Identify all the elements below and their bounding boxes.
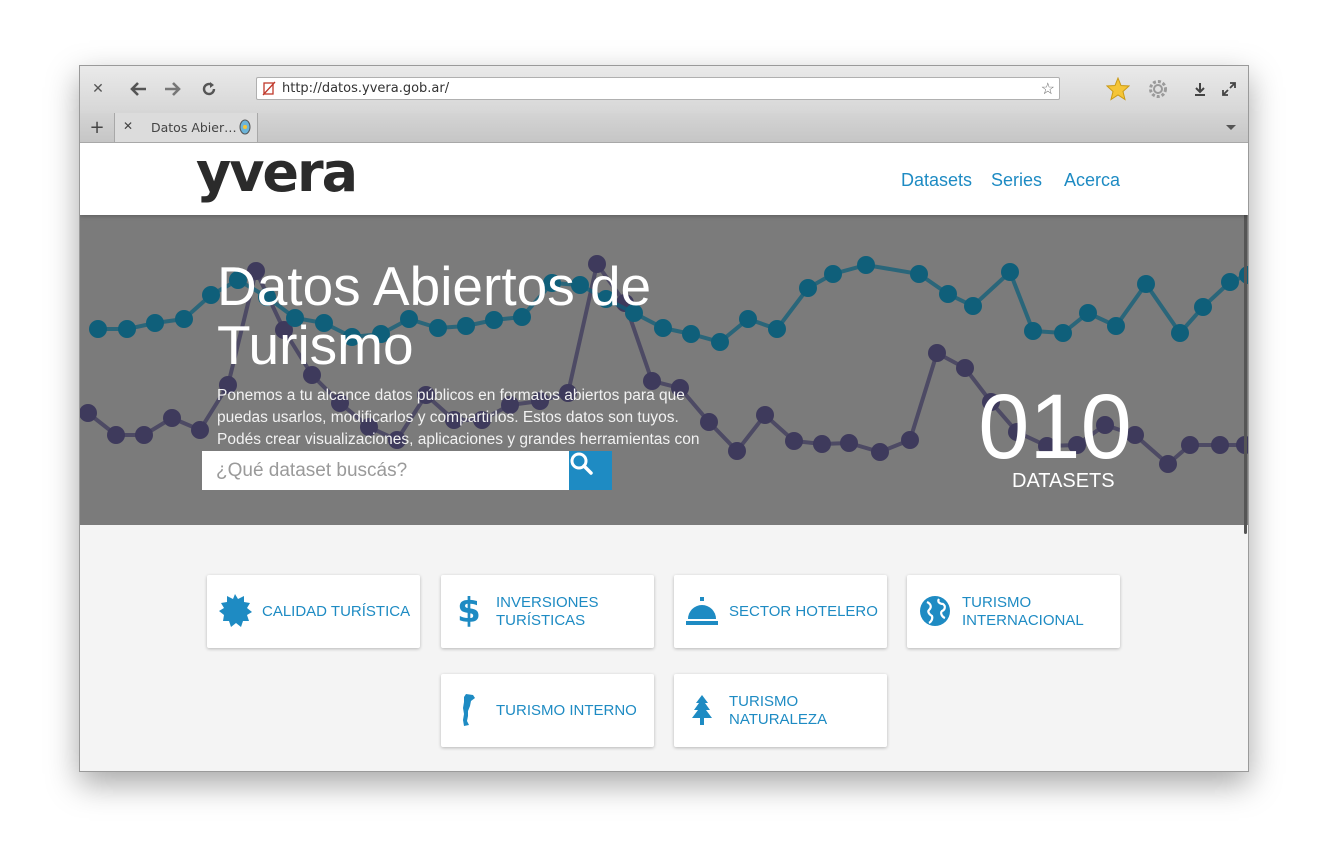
address-bar[interactable]: http://datos.yvera.gob.ar/ ☆ [256,77,1060,100]
yvera-logo[interactable]: yvera [196,143,358,204]
bookmark-star-icon[interactable]: ☆ [1041,79,1055,99]
forward-icon[interactable] [159,76,185,102]
decorative-series-dot [191,421,209,439]
browser-window: ✕ http://datos.yvera.gob.ar/ ☆ + ✕ Datos… [79,65,1249,772]
search-button[interactable] [569,451,612,490]
settings-gear-icon[interactable] [1145,76,1171,102]
decorative-series-dot [857,256,875,274]
datasets-count-label: DATASETS [1012,470,1115,492]
decorative-series-dot [813,435,831,453]
decorative-series-dot [739,310,757,328]
decorative-series-dot [840,434,858,452]
category-card-inversiones-turisticas[interactable]: $ INVERSIONES TURÍSTICAS [441,575,654,648]
decorative-series-dot [175,310,193,328]
decorative-series-dot [964,297,982,315]
decorative-series-dot [768,320,786,338]
insecure-icon [262,81,276,101]
nav-link-series[interactable]: Series [991,170,1042,191]
tab-datos-abiertos[interactable]: ✕ Datos Abier… [114,113,258,142]
tab-title: Datos Abier… [151,120,237,135]
tree-icon [684,692,720,728]
badge-icon [217,593,253,629]
decorative-series-dot [1211,436,1229,454]
back-icon[interactable] [126,76,152,102]
category-label: INVERSIONES TURÍSTICAS [496,593,599,629]
decorative-series-dot [1107,317,1125,335]
decorative-series-dot [1137,275,1155,293]
decorative-series-dot [1079,304,1097,322]
category-card-turismo-internacional[interactable]: TURISMO INTERNACIONAL [907,575,1120,648]
category-card-calidad-turistica[interactable]: CALIDAD TURÍSTICA [207,575,420,648]
category-label: SECTOR HOTELERO [729,602,878,620]
url-text: http://datos.yvera.gob.ar/ [282,81,450,96]
favorites-icon[interactable] [1105,76,1131,102]
site-header: yvera Datasets Series Acerca [80,143,1248,215]
reload-icon[interactable] [196,76,222,102]
category-label: TURISMO INTERNO [496,701,637,719]
close-window-icon[interactable]: ✕ [85,76,111,102]
decorative-series-dot [1159,455,1177,473]
category-label: CALIDAD TURÍSTICA [262,602,411,620]
tab-list-chevron-down-icon[interactable] [1218,115,1244,141]
fullscreen-icon[interactable] [1216,76,1242,102]
decorative-series-dot [107,426,125,444]
dataset-search-input[interactable] [202,451,569,490]
globe-icon [917,593,953,629]
decorative-series-dot [1024,322,1042,340]
download-icon[interactable] [1187,76,1213,102]
close-tab-icon[interactable]: ✕ [123,119,133,133]
category-card-turismo-interno[interactable]: TURISMO INTERNO [441,674,654,747]
nav-link-datasets[interactable]: Datasets [901,170,972,191]
decorative-series-dot [871,443,889,461]
datasets-count: 010 [978,376,1132,478]
tab-bar: + ✕ Datos Abier… [80,113,1248,143]
browser-toolbar: ✕ http://datos.yvera.gob.ar/ ☆ [80,66,1248,114]
decorative-series-dot [799,279,817,297]
page-viewport: yvera Datasets Series Acerca Datos Abier… [80,143,1248,771]
decorative-series-dot [756,406,774,424]
hotel-bell-icon [684,593,720,629]
category-label: TURISMO NATURALEZA [729,692,828,728]
search-icon [570,452,593,475]
decorative-series-dot [1221,273,1239,291]
decorative-series-dot [1181,436,1199,454]
nav-link-acerca[interactable]: Acerca [1064,170,1120,191]
hero-banner: Datos Abiertos de Turismo Ponemos a tu a… [80,215,1248,525]
decorative-series-dot [939,285,957,303]
decorative-series-dot [956,359,974,377]
decorative-series-dot [118,320,136,338]
decorative-series-dot [1194,298,1212,316]
decorative-series-dot [163,409,181,427]
new-tab-icon[interactable]: + [84,114,110,140]
decorative-series-dot [135,426,153,444]
decorative-series-dot [146,314,164,332]
decorative-series-dot [1001,263,1019,281]
decorative-series-dot [928,344,946,362]
hero-title: Datos Abiertos de Turismo [217,255,652,376]
decorative-series-dot [785,432,803,450]
category-label: TURISMO INTERNACIONAL [962,593,1084,629]
hero-description: Ponemos a tu alcance datos públicos en f… [217,387,700,448]
decorative-series-dot [89,320,107,338]
decorative-series-dot [1054,324,1072,342]
decorative-series-dot [824,265,842,283]
decorative-series-dot [901,431,919,449]
decorative-series-dot [728,442,746,460]
argentina-map-icon [451,692,487,728]
category-card-turismo-naturaleza[interactable]: TURISMO NATURALEZA [674,674,887,747]
favicon-icon [239,119,251,140]
decorative-series-dot [910,265,928,283]
category-card-sector-hotelero[interactable]: SECTOR HOTELERO [674,575,887,648]
decorative-series-dot [1171,324,1189,342]
dollar-icon: $ [457,591,481,631]
